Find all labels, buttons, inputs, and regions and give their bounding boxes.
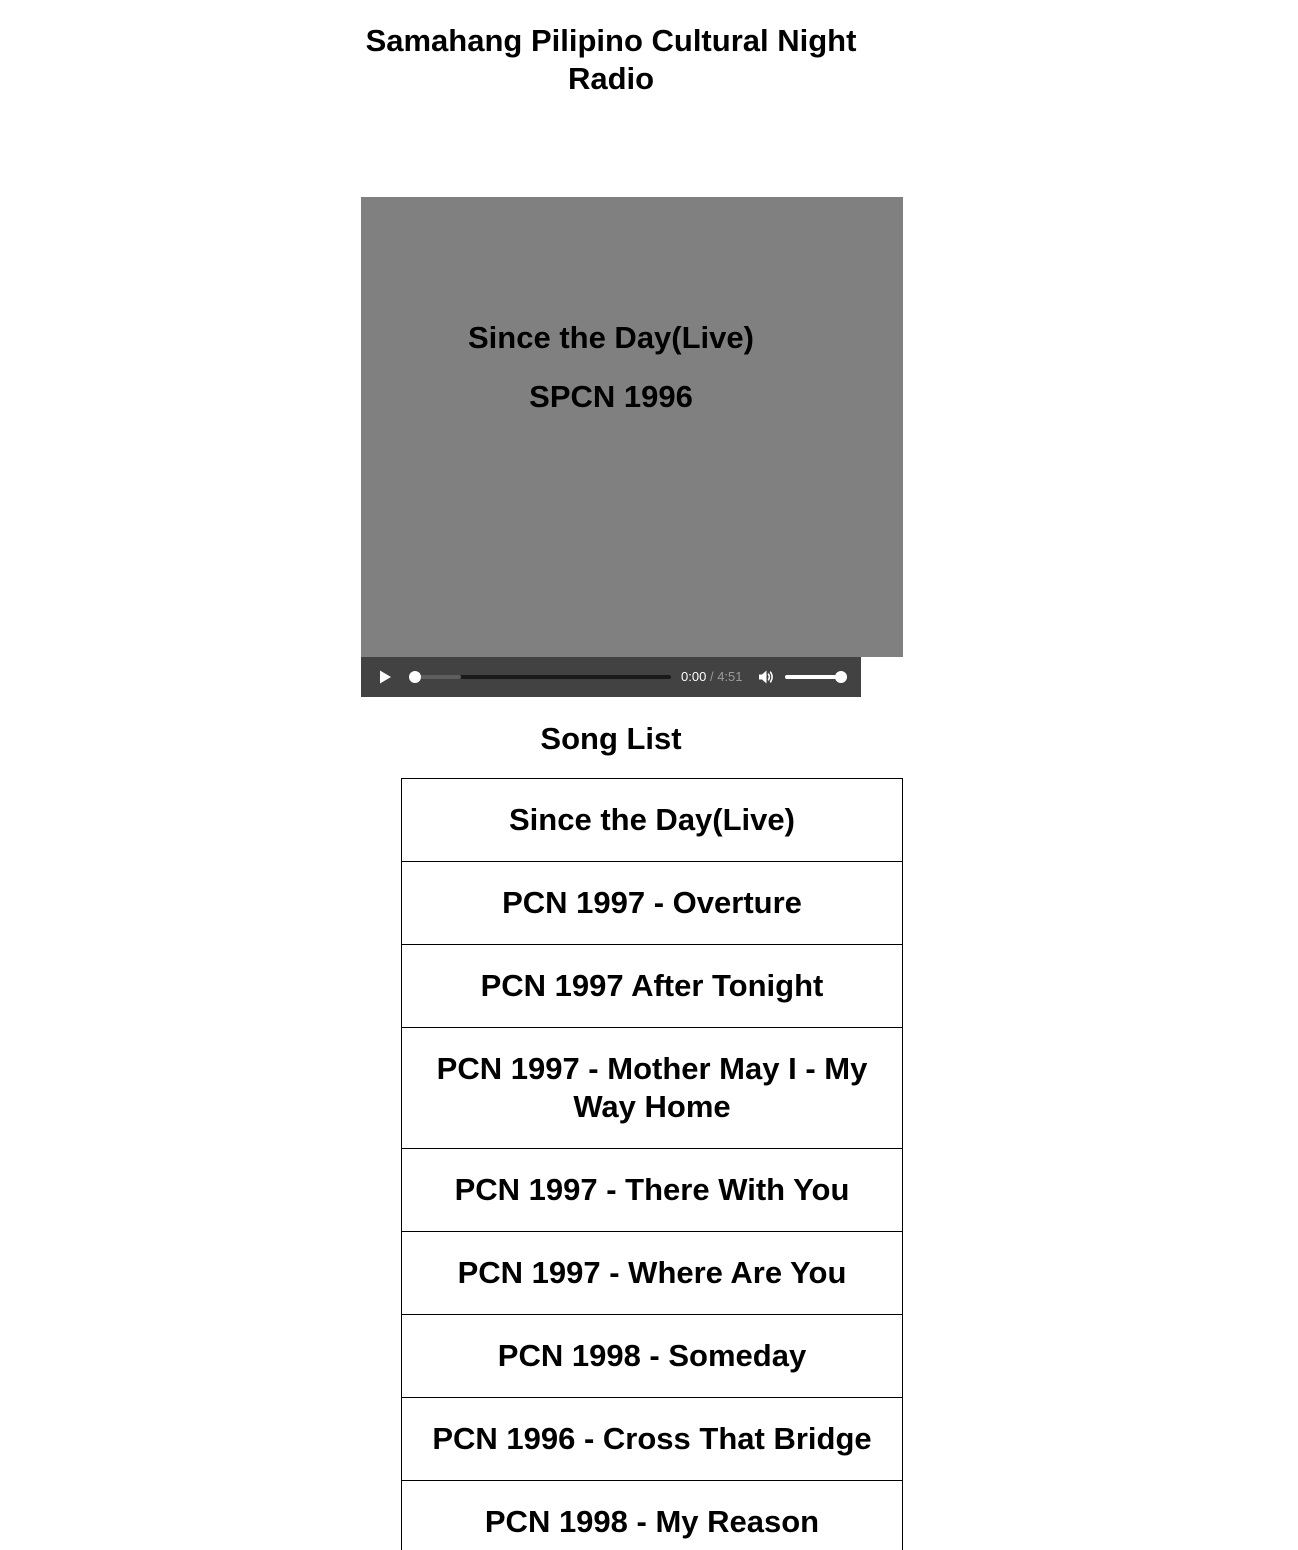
song-list-item[interactable]: PCN 1997 - Mother May I - My Way Home [401,1027,903,1149]
song-list: Since the Day(Live) PCN 1997 - Overture … [401,778,903,1550]
song-list-item[interactable]: PCN 1997 - Where Are You [401,1231,903,1315]
page-title: Samahang Pilipino Cultural Night Radio [365,23,857,96]
page: Samahang Pilipino Cultural Night Radio S… [0,0,1298,1550]
song-list-item[interactable]: PCN 1998 - Someday [401,1314,903,1398]
song-list-heading: Song List [540,721,682,756]
seek-slider[interactable] [409,671,671,683]
volume-handle[interactable] [835,671,847,683]
song-list-item[interactable]: PCN 1997 - There With You [401,1148,903,1232]
song-list-item[interactable]: PCN 1997 - Overture [401,861,903,945]
seek-buffered [415,675,461,679]
volume-slider[interactable] [785,671,847,683]
now-playing-artwork: Since the Day(Live) SPCN 1996 [361,197,903,657]
song-list-item[interactable]: PCN 1998 - My Reason [401,1480,903,1550]
seek-handle[interactable] [409,671,421,683]
song-list-item[interactable]: PCN 1997 After Tonight [401,944,903,1028]
now-playing-album: SPCN 1996 [529,379,693,414]
play-button[interactable] [377,669,393,685]
current-time: 0:00 [681,669,707,684]
duration: 4:51 [717,669,743,684]
speaker-icon [759,670,773,684]
time-separator: / [709,669,714,684]
song-list-item[interactable]: PCN 1996 - Cross That Bridge [401,1397,903,1481]
mute-button[interactable] [757,668,775,686]
song-list-item[interactable]: Since the Day(Live) [401,778,903,862]
now-playing-title: Since the Day(Live) [468,320,754,355]
play-icon [380,670,391,684]
time-display: 0:00 / 4:51 [681,669,743,685]
audio-player: 0:00 / 4:51 [361,657,861,697]
